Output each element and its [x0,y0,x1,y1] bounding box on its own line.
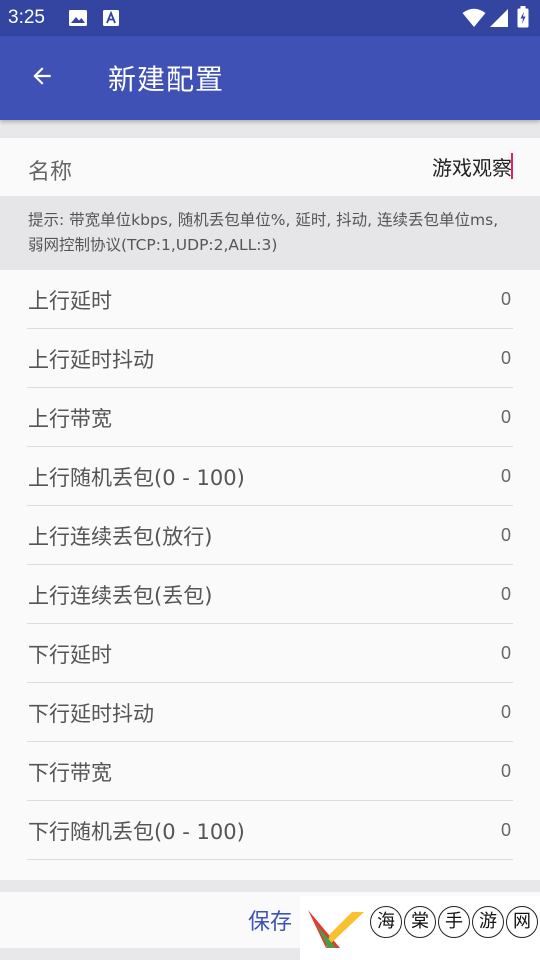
setting-label: 上行延时 [28,289,112,313]
name-input[interactable] [212,146,512,186]
setting-row-downlink-jitter[interactable]: 下行延时抖动 [27,683,513,742]
watermark-char: 海 [370,906,402,938]
setting-value-input[interactable] [391,815,511,845]
hint-text: 提示: 带宽单位kbps, 随机丢包单位%, 延时, 抖动, 连续丢包单位ms,… [28,211,499,254]
setting-value-input[interactable] [391,284,511,314]
hint-box: 提示: 带宽单位kbps, 随机丢包单位%, 延时, 抖动, 连续丢包单位ms,… [0,196,540,270]
setting-row-downlink-random-loss[interactable]: 下行随机丢包(0 - 100) [27,801,513,860]
setting-value-input[interactable] [391,520,511,550]
wifi-icon [462,8,486,32]
setting-value-input[interactable] [391,343,511,373]
text-cursor [511,153,513,179]
setting-row-uplink-delay[interactable]: 上行延时 [27,270,513,329]
setting-value-input[interactable] [391,638,511,668]
image-icon [68,9,88,31]
watermark-char: 网 [506,906,538,938]
setting-row-downlink-bandwidth[interactable]: 下行带宽 [27,742,513,801]
setting-value-input[interactable] [391,461,511,491]
settings-list: 上行延时 上行延时抖动 上行带宽 上行随机丢包(0 - 100) 上行连续丢包(… [0,270,540,880]
arrow-left-icon [29,63,55,93]
setting-label: 上行连续丢包(丢包) [28,584,213,608]
setting-row-uplink-random-loss[interactable]: 上行随机丢包(0 - 100) [27,447,513,506]
setting-label: 上行随机丢包(0 - 100) [28,466,245,490]
setting-label: 下行带宽 [28,761,112,785]
setting-label: 上行带宽 [28,407,112,431]
signal-icon [489,8,509,32]
name-label: 名称 [28,160,73,185]
status-bar: 3:25 [0,0,540,36]
app-bar: 新建配置 [0,36,540,120]
setting-label: 上行连续丢包(放行) [28,525,213,549]
setting-label: 上行延时抖动 [28,348,154,372]
watermark-logo-icon [306,904,366,956]
watermark-char: 手 [438,906,470,938]
setting-row-uplink-bandwidth[interactable]: 上行带宽 [27,388,513,447]
watermark-char: 棠 [404,906,436,938]
setting-value-input[interactable] [391,756,511,786]
site-watermark: 海 棠 手 游 网 [300,896,540,960]
status-time: 3:25 [8,7,45,28]
setting-value-input[interactable] [391,402,511,432]
setting-label: 下行随机丢包(0 - 100) [28,820,245,844]
page-title: 新建配置 [108,63,225,96]
watermark-char: 游 [472,906,504,938]
setting-row-uplink-jitter[interactable]: 上行延时抖动 [27,329,513,388]
name-row: 名称 [0,138,540,196]
back-button[interactable] [18,56,66,100]
watermark-text: 海 棠 手 游 网 [370,906,538,938]
config-form: 名称 提示: 带宽单位kbps, 随机丢包单位%, 延时, 抖动, 连续丢包单位… [0,120,540,880]
setting-row-uplink-burst-pass[interactable]: 上行连续丢包(放行) [27,506,513,565]
save-button[interactable]: 保存 [236,900,304,940]
a-notification-icon [102,9,120,31]
setting-value-input[interactable] [391,579,511,609]
setting-value-input[interactable] [391,697,511,727]
setting-row-downlink-delay[interactable]: 下行延时 [27,624,513,683]
battery-icon [517,6,529,32]
setting-label: 下行延时 [28,643,112,667]
setting-label: 下行延时抖动 [28,702,154,726]
setting-row-uplink-burst-drop[interactable]: 上行连续丢包(丢包) [27,565,513,624]
